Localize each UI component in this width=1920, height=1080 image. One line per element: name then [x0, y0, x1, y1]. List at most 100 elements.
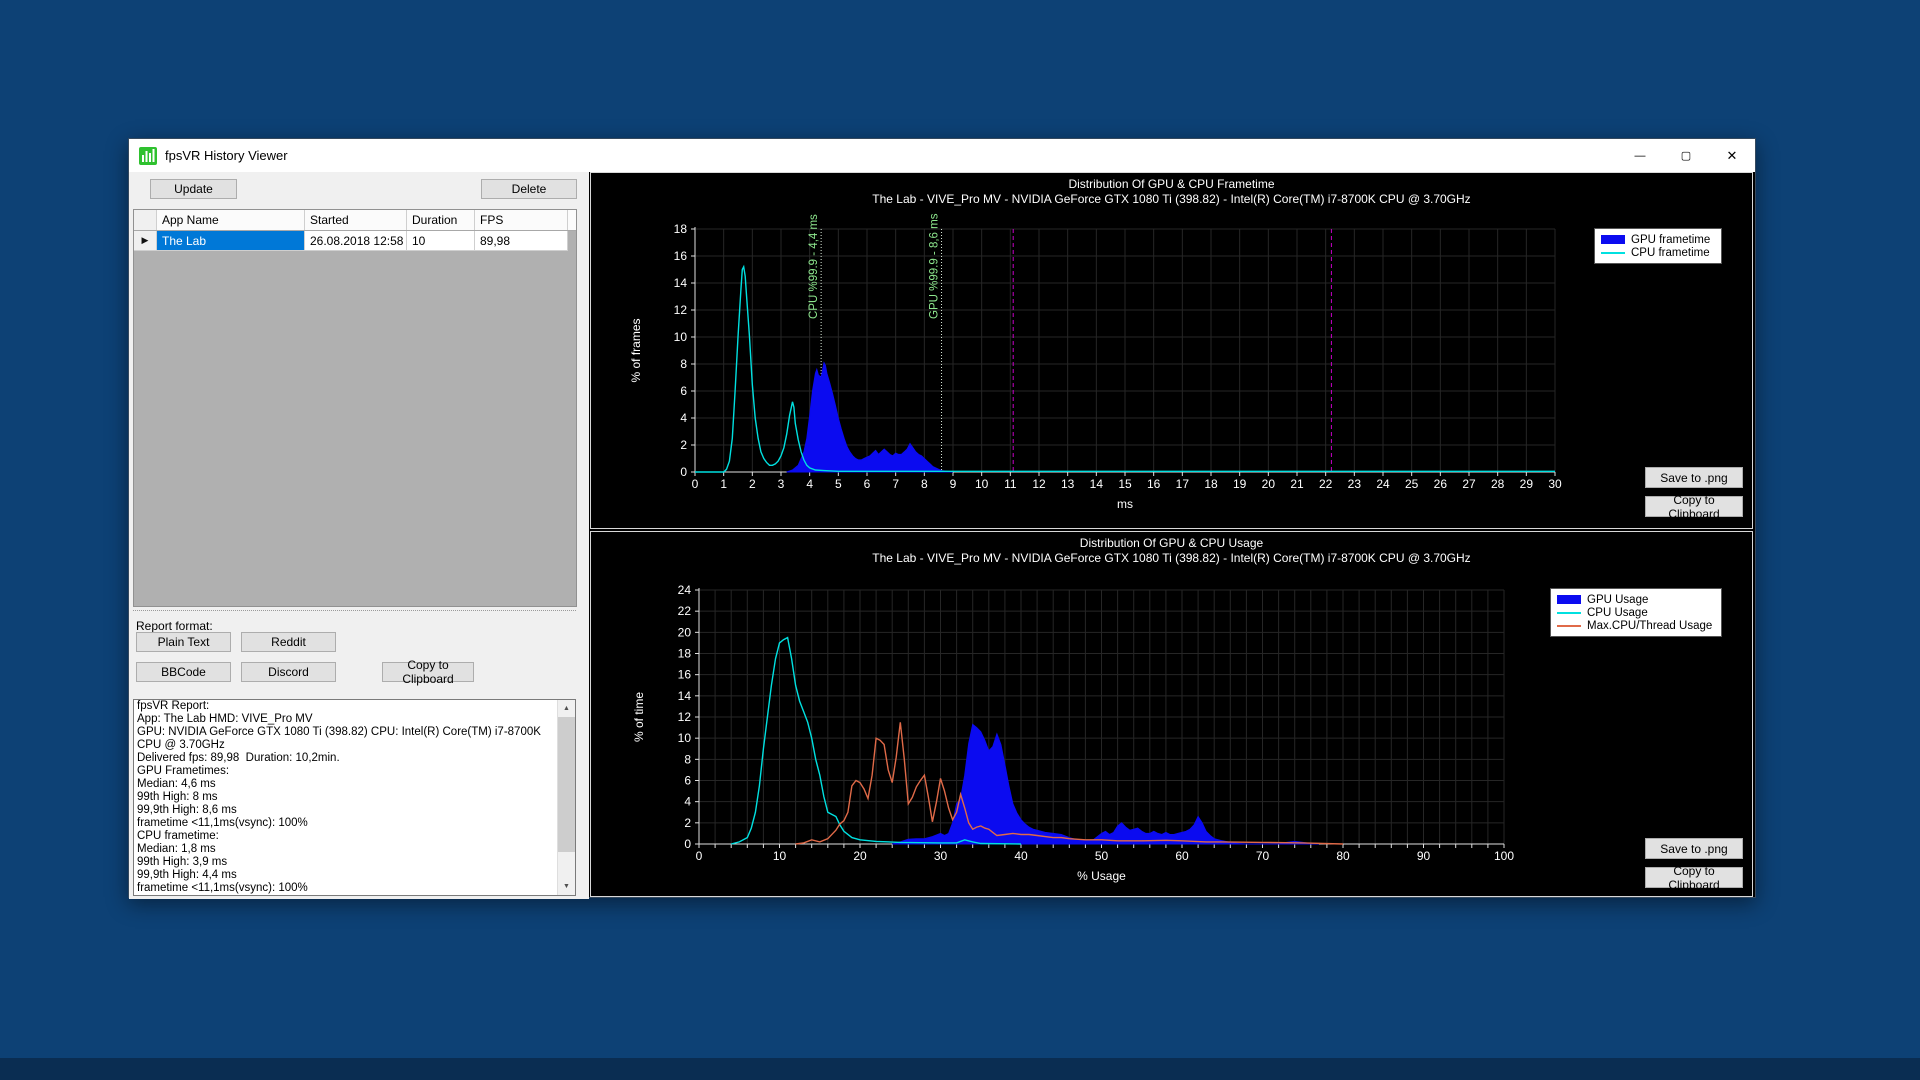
legend-label: GPU Usage [1587, 594, 1648, 606]
svg-text:12: 12 [1032, 477, 1046, 491]
svg-text:22: 22 [678, 604, 692, 618]
charts-area: CPU %99.9 - 4,4 msGPU %99.9 - 8,6 ms0123… [589, 172, 1755, 897]
table-row[interactable]: ▶ The Lab 26.08.2018 12:58 10 89,98 [134, 231, 576, 251]
svg-text:24: 24 [678, 583, 692, 597]
cell-fps[interactable]: 89,98 [475, 231, 568, 251]
legend-entry: GPU frametime [1601, 233, 1713, 246]
titlebar: fpsVR History Viewer — ▢ ✕ [129, 139, 1755, 172]
cell-app-name[interactable]: The Lab [157, 231, 305, 251]
svg-text:23: 23 [1348, 477, 1362, 491]
legend-line-swatch [1557, 625, 1581, 627]
save-png-button[interactable]: Save to .png [1645, 467, 1743, 488]
report-textarea[interactable]: fpsVR Report: App: The Lab HMD: VIVE_Pro… [133, 699, 576, 896]
usage-chart-title: Distribution Of GPU & CPU Usage [591, 536, 1752, 550]
svg-text:27: 27 [1462, 477, 1476, 491]
svg-text:14: 14 [678, 689, 692, 703]
svg-text:13: 13 [1061, 477, 1075, 491]
app-icon [139, 147, 157, 165]
desktop-bottom-band [0, 1058, 1920, 1080]
legend-label: GPU frametime [1631, 234, 1710, 246]
svg-text:24: 24 [1376, 477, 1390, 491]
row-selector-arrow-icon: ▶ [142, 235, 149, 246]
svg-text:0: 0 [684, 837, 691, 851]
svg-text:CPU %99.9 - 4,4 ms: CPU %99.9 - 4,4 ms [808, 214, 820, 319]
minimize-icon: — [1635, 150, 1646, 162]
table-header: App Name Started Duration FPS [134, 210, 576, 231]
bbcode-button[interactable]: BBCode [136, 662, 231, 682]
save-png-button[interactable]: Save to .png [1645, 838, 1743, 859]
svg-text:6: 6 [864, 477, 871, 491]
scrollbar-thumb[interactable] [558, 717, 575, 852]
window-controls: — ▢ ✕ [1617, 139, 1755, 172]
maximize-icon: ▢ [1681, 149, 1691, 162]
svg-text:% of frames: % of frames [629, 318, 643, 382]
svg-text:20: 20 [678, 625, 692, 639]
close-icon: ✕ [1727, 148, 1738, 164]
svg-text:12: 12 [674, 303, 688, 317]
svg-text:22: 22 [1319, 477, 1333, 491]
svg-text:40: 40 [1014, 849, 1028, 863]
svg-text:12: 12 [678, 710, 692, 724]
report-scrollbar[interactable]: ▲ ▼ [557, 700, 575, 895]
svg-text:16: 16 [674, 249, 688, 263]
svg-text:1: 1 [720, 477, 727, 491]
copy-report-button[interactable]: Copy to Clipboard [382, 662, 474, 682]
report-section-divider [133, 610, 576, 611]
svg-text:2: 2 [684, 816, 691, 830]
row-selector-cell[interactable]: ▶ [134, 231, 157, 251]
frametime-chart-panel: CPU %99.9 - 4,4 msGPU %99.9 - 8,6 ms0123… [590, 172, 1753, 529]
svg-text:7: 7 [892, 477, 899, 491]
svg-text:60: 60 [1175, 849, 1189, 863]
svg-text:25: 25 [1405, 477, 1419, 491]
copy-chart-button[interactable]: Copy to Clipboard [1645, 496, 1743, 517]
svg-text:17: 17 [1176, 477, 1190, 491]
svg-text:18: 18 [1204, 477, 1218, 491]
svg-text:30: 30 [1548, 477, 1562, 491]
usage-legend: GPU UsageCPU UsageMax.CPU/Thread Usage [1550, 588, 1722, 637]
legend-label: CPU frametime [1631, 247, 1710, 259]
window-body: Update Delete App Name Started Duration … [129, 172, 1755, 897]
row-selector-header [134, 210, 157, 230]
discord-button[interactable]: Discord [241, 662, 336, 682]
report-format-label: Report format: [136, 619, 213, 633]
report-text: fpsVR Report: App: The Lab HMD: VIVE_Pro… [137, 700, 555, 896]
cell-duration[interactable]: 10 [407, 231, 475, 251]
update-button[interactable]: Update [150, 179, 237, 199]
plain-text-button[interactable]: Plain Text [136, 632, 231, 652]
scroll-up-button[interactable]: ▲ [558, 700, 575, 717]
svg-text:100: 100 [1494, 849, 1514, 863]
column-header-app-name[interactable]: App Name [157, 210, 305, 230]
close-button[interactable]: ✕ [1709, 139, 1755, 172]
cell-started[interactable]: 26.08.2018 12:58 [305, 231, 407, 251]
svg-text:30: 30 [934, 849, 948, 863]
svg-text:9: 9 [950, 477, 957, 491]
legend-entry: CPU frametime [1601, 246, 1713, 259]
svg-text:28: 28 [1491, 477, 1505, 491]
frametime-chart-subtitle: The Lab - VIVE_Pro MV - NVIDIA GeForce G… [591, 192, 1752, 206]
svg-text:10: 10 [678, 731, 692, 745]
delete-button[interactable]: Delete [481, 179, 577, 199]
svg-text:29: 29 [1520, 477, 1534, 491]
minimize-button[interactable]: — [1617, 139, 1663, 172]
app-window: fpsVR History Viewer — ▢ ✕ Update Delete… [128, 138, 1756, 898]
svg-text:4: 4 [806, 477, 813, 491]
svg-text:50: 50 [1095, 849, 1109, 863]
scroll-down-button[interactable]: ▼ [558, 878, 575, 895]
legend-line-swatch [1557, 612, 1581, 614]
legend-line-swatch [1601, 252, 1625, 254]
svg-text:2: 2 [749, 477, 756, 491]
column-header-started[interactable]: Started [305, 210, 407, 230]
column-header-fps[interactable]: FPS [475, 210, 568, 230]
legend-entry: CPU Usage [1557, 606, 1713, 619]
maximize-button[interactable]: ▢ [1663, 139, 1709, 172]
svg-text:6: 6 [680, 384, 687, 398]
svg-text:8: 8 [680, 357, 687, 371]
svg-text:10: 10 [674, 330, 688, 344]
svg-text:0: 0 [680, 465, 687, 479]
reddit-button[interactable]: Reddit [241, 632, 336, 652]
legend-area-swatch [1557, 595, 1581, 604]
svg-text:3: 3 [778, 477, 785, 491]
copy-chart-button[interactable]: Copy to Clipboard [1645, 867, 1743, 888]
column-header-duration[interactable]: Duration [407, 210, 475, 230]
left-panel: Update Delete App Name Started Duration … [129, 172, 589, 899]
